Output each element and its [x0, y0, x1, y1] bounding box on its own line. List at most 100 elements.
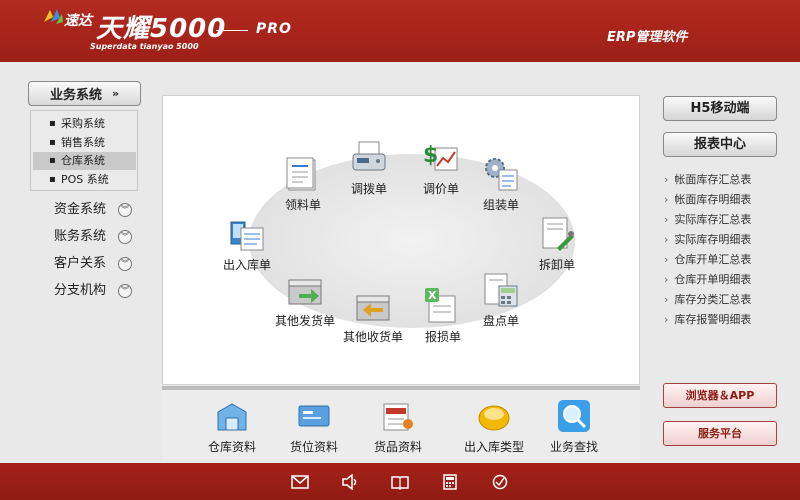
- chevron-right-icon: ›: [664, 173, 669, 186]
- material-requisition-icon: [286, 157, 316, 191]
- report-link-label: 帐面库存汇总表: [674, 173, 752, 186]
- check-icon[interactable]: [491, 474, 509, 490]
- flow-node-label: 其他收货单: [342, 330, 403, 344]
- flow-node-label: 拆卸单: [538, 258, 575, 272]
- svg-text:$: $: [423, 143, 438, 168]
- brand-name: 天耀5000: [96, 14, 227, 44]
- search-icon: [558, 400, 590, 432]
- damage-report-icon: X: [425, 288, 456, 323]
- chevron-double-down-icon: »: [111, 87, 120, 100]
- report-link[interactable]: › 帐面库存汇总表: [664, 171, 784, 189]
- subsystem-label: 采购系统: [61, 117, 105, 130]
- chevron-right-icon: ›: [664, 193, 669, 206]
- subsystem-label: POS 系统: [61, 173, 109, 186]
- mail-icon[interactable]: [291, 474, 309, 490]
- flow-node-material-requisition[interactable]: 领料单: [265, 154, 341, 213]
- report-link[interactable]: › 实际库存汇总表: [664, 211, 784, 229]
- chevron-right-icon: ›: [664, 293, 669, 306]
- bottom-item-location-data[interactable]: 货位资料: [276, 398, 352, 455]
- sidebar-item-label: 分支机构: [54, 283, 107, 298]
- product-title: ERP管理软件: [607, 30, 688, 45]
- report-link[interactable]: › 库存分类汇总表: [664, 291, 784, 309]
- price-adjust-icon: $: [423, 143, 458, 171]
- brand-english: Superdata tianyao 5000: [90, 42, 199, 51]
- app-header: 速达 天耀5000 PRO Superdata tianyao 5000 ERP…: [0, 0, 800, 62]
- bottom-item-business-search[interactable]: 业务查找: [536, 398, 612, 455]
- bottom-item-inout-type[interactable]: 出入库类型: [456, 398, 532, 455]
- flow-node-stocktake[interactable]: 盘点单: [463, 270, 539, 329]
- chevron-down-circle-icon: ︾: [118, 257, 132, 271]
- bottom-item-label: 出入库类型: [463, 440, 524, 454]
- report-link-label: 实际库存汇总表: [674, 213, 752, 226]
- bottom-item-warehouse-data[interactable]: 仓库资料: [194, 398, 270, 455]
- report-link-label: 库存报警明细表: [674, 313, 752, 326]
- sidebar-item-label: 资金系统: [54, 202, 107, 217]
- report-link[interactable]: › 仓库开单汇总表: [664, 251, 784, 269]
- business-system-button[interactable]: 业务系统 »: [28, 81, 141, 106]
- subsystem-list: ▪ 采购系统 ▪ 销售系统 ▪ 仓库系统 ▪ POS 系统: [30, 110, 138, 191]
- service-platform-button[interactable]: 服务平台: [663, 421, 777, 446]
- speaker-icon[interactable]: [341, 474, 359, 490]
- subsystem-item-pos[interactable]: ▪ POS 系统: [33, 171, 136, 189]
- svg-text:X: X: [428, 289, 437, 302]
- bottom-item-goods-data[interactable]: 货品资料: [360, 398, 436, 455]
- subsystem-label: 销售系统: [61, 136, 105, 149]
- stocktake-calculator-icon: [484, 273, 518, 307]
- subsystem-item-purchase[interactable]: ▪ 采购系统: [33, 115, 136, 133]
- chevron-down-circle-icon: ︾: [118, 230, 132, 244]
- sidebar-item-label: 客户关系: [54, 256, 107, 271]
- bottom-item-label: 货品资料: [373, 440, 422, 454]
- book-icon[interactable]: [391, 474, 409, 490]
- flow-node-label: 组装单: [482, 198, 519, 212]
- flow-node-label: 其他发货单: [274, 314, 335, 328]
- report-link-label: 仓库开单明细表: [674, 273, 752, 286]
- bullet-icon: ▪: [49, 174, 56, 185]
- subsystem-item-warehouse[interactable]: ▪ 仓库系统: [33, 152, 136, 170]
- sidebar-item-funds[interactable]: 资金系统 ︾: [54, 200, 144, 220]
- brand-divider: [216, 30, 248, 31]
- chevron-right-icon: ›: [664, 233, 669, 246]
- flow-node-label: 调拨单: [350, 182, 387, 196]
- business-system-label: 业务系统: [49, 88, 102, 103]
- bottom-item-label: 仓库资料: [207, 440, 256, 454]
- assembly-gear-icon: [485, 158, 518, 191]
- flow-node-label: 领料单: [284, 198, 321, 212]
- chevron-right-icon: ›: [664, 253, 669, 266]
- warehouse-data-icon: [217, 403, 247, 431]
- browser-app-button[interactable]: 浏览器＆APP: [663, 383, 777, 408]
- flow-node-other-delivery[interactable]: 其他发货单: [267, 270, 343, 329]
- warehouse-flow-panel: 领料单 调拨单 $ 调价单 组装单 出入库单 拆卸单 其他发货单 其他收货单 X…: [162, 95, 640, 385]
- flow-node-label: 报损单: [424, 330, 461, 344]
- flow-node-assembly[interactable]: 组装单: [463, 154, 539, 213]
- report-link-label: 库存分类汇总表: [674, 293, 752, 306]
- chevron-right-icon: ›: [664, 313, 669, 326]
- sidebar-item-branches[interactable]: 分支机构 ︾: [54, 281, 144, 301]
- report-link[interactable]: › 库存报警明细表: [664, 311, 784, 329]
- flow-node-stock-inout[interactable]: 出入库单: [209, 214, 285, 273]
- report-center-button[interactable]: 报表中心: [663, 132, 777, 157]
- report-link[interactable]: › 实际库存明细表: [664, 231, 784, 249]
- subsystem-item-sales[interactable]: ▪ 销售系统: [33, 134, 136, 152]
- bullet-icon: ▪: [49, 137, 56, 148]
- other-delivery-icon: [288, 279, 322, 305]
- report-link-label: 实际库存明细表: [674, 233, 752, 246]
- flow-node-other-receipt[interactable]: 其他收货单: [335, 286, 411, 345]
- bottom-item-label: 货位资料: [289, 440, 338, 454]
- report-link[interactable]: › 仓库开单明细表: [664, 271, 784, 289]
- h5-mobile-button[interactable]: H5移动端: [663, 96, 777, 121]
- bullet-icon: ▪: [49, 118, 56, 129]
- calculator-icon[interactable]: [441, 474, 459, 490]
- report-link[interactable]: › 帐面库存明细表: [664, 191, 784, 209]
- sidebar-item-accounting[interactable]: 账务系统 ︾: [54, 227, 144, 247]
- sidebar-item-crm[interactable]: 客户关系 ︾: [54, 254, 144, 274]
- sidebar-item-label: 账务系统: [54, 229, 107, 244]
- flow-node-label: 调价单: [422, 182, 459, 196]
- report-link-label: 仓库开单汇总表: [674, 253, 752, 266]
- fax-transfer-icon: [352, 141, 386, 171]
- bottom-item-label: 业务查找: [549, 440, 598, 454]
- flow-node-label: 出入库单: [222, 258, 271, 272]
- flow-node-label: 盘点单: [482, 314, 519, 328]
- flow-node-disassembly[interactable]: 拆卸单: [519, 214, 595, 273]
- flow-node-transfer[interactable]: 调拨单: [331, 138, 407, 197]
- logo-icon: [44, 9, 63, 24]
